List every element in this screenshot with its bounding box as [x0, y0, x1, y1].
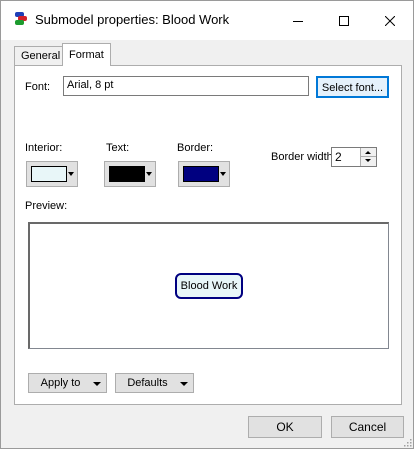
tab-control: General Format Font: Arial, 8 pt Select … [1, 40, 413, 448]
spinner-buttons[interactable] [360, 148, 376, 166]
tab-format[interactable]: Format [62, 43, 111, 66]
border-width-value[interactable]: 2 [335, 150, 342, 164]
text-color-label: Text: [106, 142, 130, 154]
ok-button[interactable]: OK [248, 416, 322, 438]
font-label: Font: [25, 81, 51, 93]
resize-grip-icon[interactable] [402, 437, 412, 447]
chevron-down-icon [68, 172, 74, 176]
interior-color-picker[interactable] [26, 161, 78, 187]
border-color-label: Border: [177, 142, 214, 154]
defaults-button[interactable]: Defaults [115, 373, 194, 393]
border-color-swatch [183, 166, 219, 182]
maximize-icon [339, 15, 349, 26]
select-font-button[interactable]: Select font... [316, 76, 389, 98]
cancel-button[interactable]: Cancel [331, 416, 404, 438]
maximize-button[interactable] [321, 1, 367, 40]
chevron-down-icon [146, 172, 152, 176]
close-icon [385, 15, 395, 26]
preview-area: Blood Work [28, 222, 389, 349]
minimize-icon [293, 20, 303, 22]
apply-to-label: Apply to [40, 377, 81, 389]
dropdown-arrow-icon [180, 382, 188, 386]
font-field[interactable]: Arial, 8 pt [63, 76, 309, 96]
apply-to-button[interactable]: Apply to [28, 373, 107, 393]
chevron-down-icon [220, 172, 226, 176]
interior-color-swatch [31, 166, 67, 182]
border-width-spinner[interactable]: 2 [331, 147, 377, 167]
title-bar[interactable]: Submodel properties: Blood Work [1, 1, 413, 40]
dialog-window: Submodel properties: Blood Work General … [0, 0, 414, 449]
preview-label: Preview: [25, 200, 68, 212]
app-icon [15, 12, 27, 25]
tab-general[interactable]: General [14, 46, 68, 66]
text-color-picker[interactable] [104, 161, 156, 187]
window-title: Submodel properties: Blood Work [35, 12, 230, 27]
preview-node: Blood Work [175, 273, 243, 299]
spinner-divider [361, 156, 376, 157]
border-width-label: Border width: [271, 151, 336, 163]
close-button[interactable] [367, 1, 413, 40]
format-panel: Font: Arial, 8 pt Select font... Interio… [14, 65, 402, 405]
text-color-swatch [109, 166, 145, 182]
interior-label: Interior: [25, 142, 63, 154]
dropdown-arrow-icon [93, 382, 101, 386]
spin-down-icon[interactable] [365, 159, 371, 162]
defaults-label: Defaults [127, 377, 168, 389]
border-color-picker[interactable] [178, 161, 230, 187]
spin-up-icon[interactable] [365, 151, 371, 154]
minimize-button[interactable] [275, 1, 321, 40]
